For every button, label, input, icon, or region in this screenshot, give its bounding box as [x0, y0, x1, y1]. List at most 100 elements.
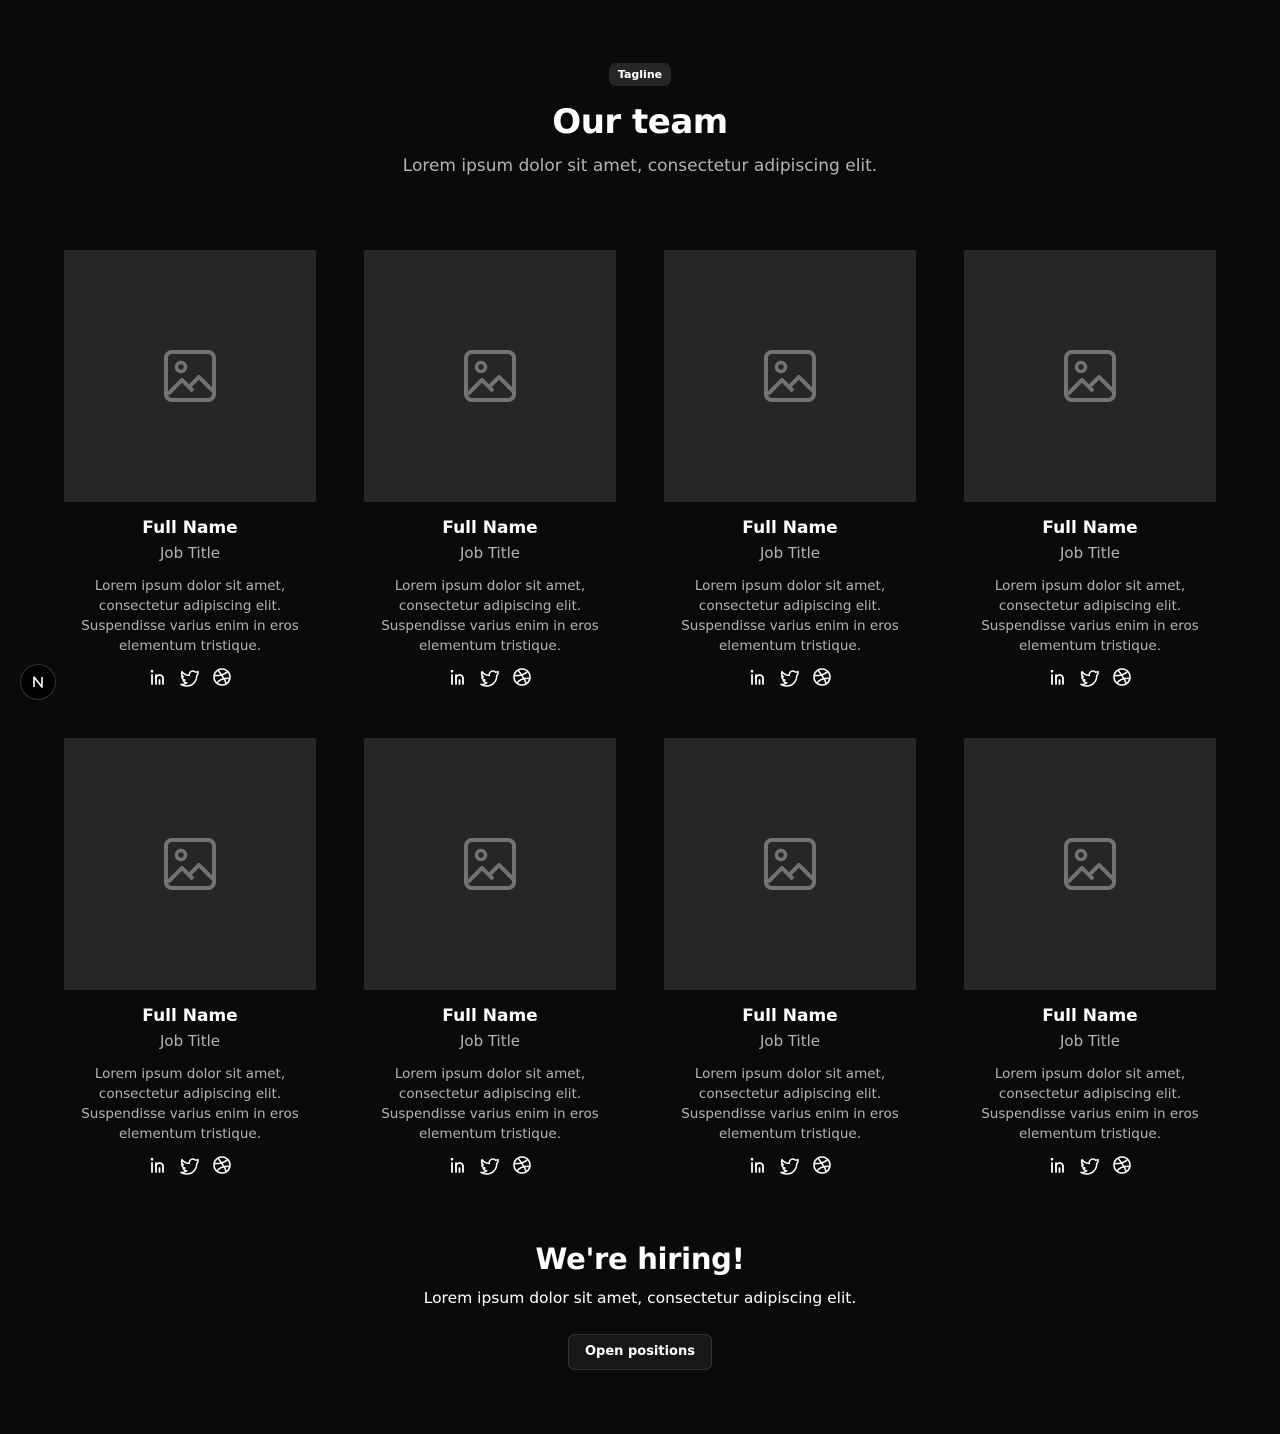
linkedin-icon	[750, 1157, 764, 1173]
member-bio: Lorem ipsum dolor sit amet, consectetur …	[81, 578, 299, 654]
image-placeholder-icon	[1064, 350, 1116, 402]
member-photo-placeholder	[64, 250, 316, 502]
member-job-title: Job Title	[159, 544, 221, 562]
linkedin-icon	[1050, 669, 1064, 685]
twitter-link[interactable]	[480, 1155, 500, 1175]
member-photo-placeholder	[964, 738, 1216, 990]
dribbble-icon	[213, 668, 231, 686]
image-placeholder-icon	[164, 838, 216, 890]
twitter-icon	[780, 670, 799, 687]
member-bio: Lorem ipsum dolor sit amet, consectetur …	[381, 1066, 599, 1142]
member-job-title: Job Title	[759, 544, 821, 562]
dribbble-link[interactable]	[1112, 1155, 1132, 1175]
dribbble-icon	[513, 668, 531, 686]
dribbble-link[interactable]	[212, 667, 232, 687]
member-name: Full Name	[742, 1006, 838, 1026]
member-name: Full Name	[442, 518, 538, 538]
linkedin-icon	[150, 669, 164, 685]
image-placeholder-icon	[1064, 838, 1116, 890]
linkedin-icon	[1050, 1157, 1064, 1173]
linkedin-link[interactable]	[1048, 667, 1068, 687]
linkedin-link[interactable]	[748, 1155, 768, 1175]
image-placeholder-icon	[464, 350, 516, 402]
member-name: Full Name	[442, 1006, 538, 1026]
member-bio: Lorem ipsum dolor sit amet, consectetur …	[381, 578, 599, 654]
member-social-links	[664, 667, 916, 687]
member-bio: Lorem ipsum dolor sit amet, consectetur …	[981, 578, 1199, 654]
linkedin-link[interactable]	[748, 667, 768, 687]
linkedin-link[interactable]	[148, 667, 168, 687]
member-social-links	[64, 667, 316, 687]
linkedin-link[interactable]	[1048, 1155, 1068, 1175]
team-member-card: Full Name Job Title Lorem ipsum dolor si…	[664, 738, 916, 1178]
twitter-link[interactable]	[480, 667, 500, 687]
dribbble-link[interactable]	[212, 1155, 232, 1175]
dribbble-icon	[213, 1156, 231, 1174]
linkedin-link[interactable]	[448, 667, 468, 687]
member-social-links	[364, 667, 616, 687]
nextjs-logo-icon	[33, 676, 43, 688]
member-social-links	[364, 1155, 616, 1175]
member-job-title: Job Title	[759, 1032, 821, 1050]
twitter-icon	[180, 1158, 199, 1175]
hiring-section: We're hiring! Lorem ipsum dolor sit amet…	[0, 1240, 1280, 1370]
dribbble-link[interactable]	[512, 667, 532, 687]
page-subtitle: Lorem ipsum dolor sit amet, consectetur …	[402, 156, 878, 176]
linkedin-icon	[150, 1157, 164, 1173]
member-name: Full Name	[142, 518, 238, 538]
team-grid: Full Name Job Title Lorem ipsum dolor si…	[64, 250, 1216, 1178]
member-job-title: Job Title	[1059, 1032, 1121, 1050]
twitter-icon	[1080, 1158, 1099, 1175]
dribbble-icon	[1113, 668, 1131, 686]
member-job-title: Job Title	[459, 544, 521, 562]
twitter-icon	[480, 670, 499, 687]
dribbble-icon	[513, 1156, 531, 1174]
member-photo-placeholder	[664, 738, 916, 990]
twitter-link[interactable]	[780, 667, 800, 687]
linkedin-link[interactable]	[448, 1155, 468, 1175]
dribbble-icon	[813, 668, 831, 686]
member-photo-placeholder	[964, 250, 1216, 502]
twitter-icon	[480, 1158, 499, 1175]
dribbble-link[interactable]	[812, 1155, 832, 1175]
member-photo-placeholder	[664, 250, 916, 502]
member-social-links	[664, 1155, 916, 1175]
dribbble-link[interactable]	[1112, 667, 1132, 687]
linkedin-icon	[450, 1157, 464, 1173]
member-job-title: Job Title	[159, 1032, 221, 1050]
member-photo-placeholder	[364, 738, 616, 990]
member-bio: Lorem ipsum dolor sit amet, consectetur …	[981, 1066, 1199, 1142]
nextjs-badge[interactable]	[20, 664, 56, 700]
twitter-link[interactable]	[780, 1155, 800, 1175]
twitter-icon	[780, 1158, 799, 1175]
member-name: Full Name	[1042, 1006, 1138, 1026]
hiring-title: We're hiring!	[535, 1242, 745, 1276]
tagline-badge: Tagline	[608, 63, 672, 86]
member-name: Full Name	[142, 1006, 238, 1026]
twitter-icon	[180, 670, 199, 687]
twitter-link[interactable]	[1080, 1155, 1100, 1175]
dribbble-icon	[813, 1156, 831, 1174]
dribbble-icon	[1113, 1156, 1131, 1174]
page-title: Our team	[552, 102, 728, 142]
open-positions-button[interactable]: Open positions	[568, 1334, 712, 1370]
member-social-links	[64, 1155, 316, 1175]
linkedin-icon	[750, 669, 764, 685]
member-name: Full Name	[1042, 518, 1138, 538]
twitter-link[interactable]	[1080, 667, 1100, 687]
image-placeholder-icon	[464, 838, 516, 890]
team-member-card: Full Name Job Title Lorem ipsum dolor si…	[64, 250, 316, 690]
member-bio: Lorem ipsum dolor sit amet, consectetur …	[681, 578, 899, 654]
team-member-card: Full Name Job Title Lorem ipsum dolor si…	[364, 250, 616, 690]
team-member-card: Full Name Job Title Lorem ipsum dolor si…	[664, 250, 916, 690]
dribbble-link[interactable]	[512, 1155, 532, 1175]
twitter-link[interactable]	[180, 1155, 200, 1175]
linkedin-icon	[450, 669, 464, 685]
dribbble-link[interactable]	[812, 667, 832, 687]
image-placeholder-icon	[764, 838, 816, 890]
linkedin-link[interactable]	[148, 1155, 168, 1175]
member-social-links	[964, 1155, 1216, 1175]
member-bio: Lorem ipsum dolor sit amet, consectetur …	[81, 1066, 299, 1142]
twitter-link[interactable]	[180, 667, 200, 687]
image-placeholder-icon	[164, 350, 216, 402]
